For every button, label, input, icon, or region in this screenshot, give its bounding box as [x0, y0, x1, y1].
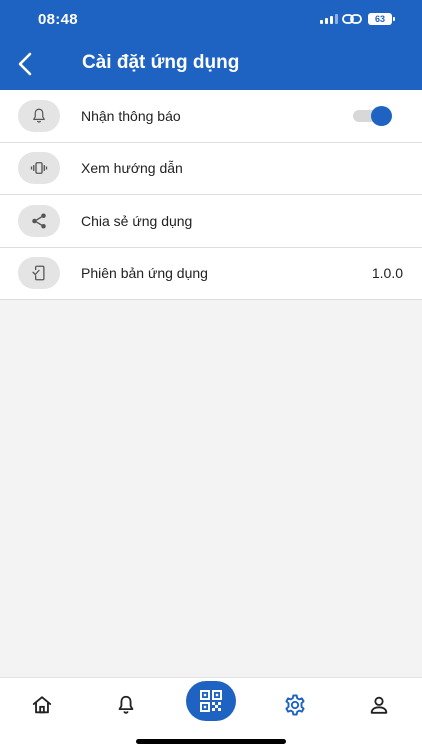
nav-home[interactable] [20, 688, 64, 722]
battery-indicator: 63 [368, 13, 395, 25]
qr-code-icon [200, 690, 222, 712]
user-icon [370, 696, 388, 714]
phone-check-icon [18, 257, 60, 290]
nav-profile[interactable] [357, 688, 401, 722]
vibrate-icon [18, 152, 60, 185]
settings-item-label: Chia sẻ ứng dụng [81, 212, 193, 229]
home-icon [32, 696, 52, 714]
settings-item-guide[interactable]: Xem hướng dẫn [0, 143, 422, 195]
personal-hotspot-icon [342, 14, 362, 24]
status-bar: 08:48 63 [0, 0, 422, 40]
settings-item-notifications[interactable]: Nhận thông báo [0, 90, 422, 143]
nav-notifications[interactable] [104, 688, 148, 722]
version-value: 1.0.0 [371, 265, 403, 282]
settings-item-version[interactable]: Phiên bản ứng dụng 1.0.0 [0, 248, 422, 300]
status-time: 08:48 [38, 11, 78, 28]
bell-icon [118, 695, 134, 714]
toggle-knob [371, 105, 392, 126]
home-indicator [136, 739, 286, 744]
nav-settings[interactable] [273, 688, 317, 722]
page-title: Cài đặt ứng dụng [82, 52, 240, 73]
notifications-toggle[interactable] [351, 105, 393, 126]
share-icon [18, 204, 60, 237]
settings-item-share[interactable]: Chia sẻ ứng dụng [0, 195, 422, 248]
signal-icon [320, 14, 338, 24]
settings-item-label: Phiên bản ứng dụng [81, 265, 208, 282]
settings-item-label: Xem hướng dẫn [81, 160, 183, 177]
gear-icon [285, 694, 305, 716]
back-button[interactable] [14, 50, 38, 78]
settings-list: Nhận thông báo Xem hướng dẫn Chia sẻ ứng… [0, 90, 422, 300]
bell-icon [18, 99, 60, 132]
settings-item-label: Nhận thông báo [81, 107, 181, 124]
qr-scan-button[interactable] [186, 681, 236, 721]
app-header: 08:48 63 Cài đặt ứng dụng [0, 0, 422, 90]
